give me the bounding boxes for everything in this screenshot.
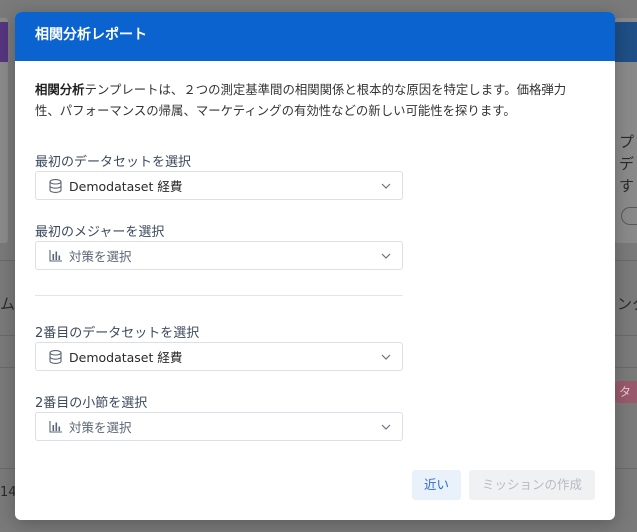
close-button[interactable]: 近い — [412, 470, 461, 500]
description-line-2: 性、パフォーマンスの帰属、マーケティングの有効性などの新しい可能性を探ります。 — [35, 103, 516, 118]
correlation-report-dialog: 相関分析レポート 相関分析テンプレートは、２つの測定基準間の相関関係と根本的な原… — [15, 12, 615, 520]
bar-chart-icon — [48, 419, 63, 434]
database-icon — [48, 349, 63, 364]
first-dataset-value: Demodataset 経費 — [69, 179, 183, 194]
create-mission-button[interactable]: ミッションの作成 — [469, 470, 595, 500]
database-icon — [48, 178, 63, 193]
description-bold: 相関分析 — [35, 82, 85, 97]
bar-chart-icon — [48, 248, 63, 263]
description-line-1: テンプレートは、２つの測定基準間の相関関係と根本的な原因を特定します。価格弾力 — [84, 82, 567, 97]
background-tag: タ — [615, 381, 637, 403]
background-search-icon — [621, 207, 637, 225]
second-dataset-label: 2番目のデータセットを選択 — [35, 326, 200, 341]
background-text-right-1: プ — [619, 133, 635, 151]
chevron-down-icon — [380, 180, 392, 192]
first-measure-field: 最初のメジャーを選択 対策を選択 — [35, 221, 403, 270]
dialog-description: 相関分析テンプレートは、２つの測定基準間の相関関係と根本的な原因を特定します。価… — [35, 79, 600, 121]
first-measure-select[interactable]: 対策を選択 — [35, 241, 403, 270]
second-measure-select[interactable]: 対策を選択 — [35, 412, 403, 441]
second-dataset-value: Demodataset 経費 — [69, 350, 183, 365]
first-dataset-field: 最初のデータセットを選択 Demodataset 経費 — [35, 151, 403, 200]
second-dataset-select[interactable]: Demodataset 経費 — [35, 342, 403, 371]
field-divider — [35, 295, 403, 296]
chevron-down-icon — [380, 421, 392, 433]
second-dataset-field: 2番目のデータセットを選択 Demodataset 経費 — [35, 322, 403, 371]
background-card-left-accent — [0, 22, 8, 62]
chevron-down-icon — [380, 250, 392, 262]
background-card-right-accent — [615, 22, 637, 62]
background-text-right-3: す — [619, 177, 635, 195]
dialog-title: 相関分析レポート — [15, 12, 615, 61]
second-measure-label: 2番目の小節を選択 — [35, 396, 148, 411]
background-text-right-2: デ — [619, 155, 635, 173]
first-dataset-select[interactable]: Demodataset 経費 — [35, 171, 403, 200]
first-measure-label: 最初のメジャーを選択 — [35, 225, 165, 240]
first-measure-value: 対策を選択 — [69, 249, 132, 264]
background-text-right-4: ンタ — [617, 295, 637, 313]
chevron-down-icon — [380, 351, 392, 363]
second-measure-field: 2番目の小節を選択 対策を選択 — [35, 392, 403, 441]
first-dataset-label: 最初のデータセットを選択 — [35, 155, 192, 170]
second-measure-value: 対策を選択 — [69, 420, 132, 435]
